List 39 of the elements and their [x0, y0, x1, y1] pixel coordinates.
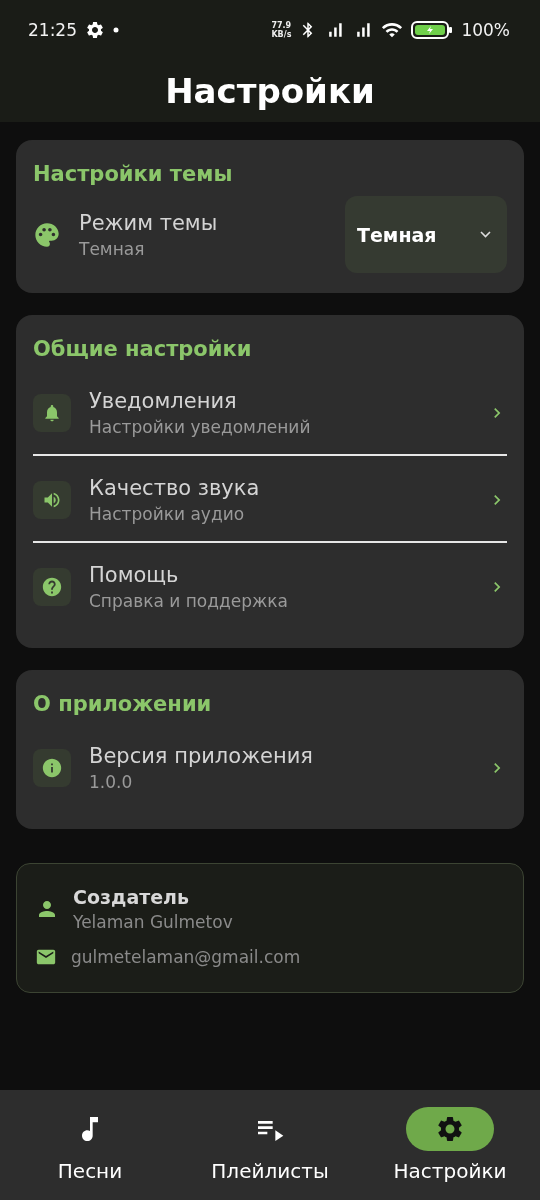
- network-speed-value: 77.9: [271, 21, 292, 30]
- row-title: Качество звука: [89, 476, 260, 500]
- info-icon: [41, 757, 63, 779]
- nav-tab[interactable]: Песни: [15, 1106, 165, 1184]
- settings-row[interactable]: Уведомления Настройки уведомлений: [33, 369, 507, 454]
- chevron-down-icon: [480, 231, 491, 238]
- settings-row[interactable]: Версия приложения 1.0.0: [33, 724, 507, 809]
- row-title: Режим темы: [79, 210, 218, 235]
- row-subtitle: 1.0.0: [89, 772, 133, 792]
- bell-icon: [42, 403, 62, 423]
- speaker-icon: [42, 490, 62, 510]
- battery-percent: 100%: [461, 20, 510, 40]
- settings-row[interactable]: Помощь Справка и поддержка: [33, 543, 507, 628]
- gear-icon: [85, 20, 105, 40]
- creator-name: Yelaman Gulmetov: [73, 912, 233, 932]
- creator-label: Создатель: [73, 886, 190, 908]
- row-title: Помощь: [89, 563, 179, 587]
- battery-icon: [411, 20, 454, 40]
- page-title: Настройки: [165, 71, 375, 111]
- section-title: Общие настройки: [33, 337, 252, 361]
- row-subtitle: Темная: [79, 238, 145, 259]
- status-time: 21:25: [28, 20, 77, 40]
- row-subtitle: Настройки уведомлений: [89, 417, 311, 437]
- network-speed-unit: KB/s: [271, 30, 292, 39]
- creator-email: gulmetelaman@gmail.com: [71, 947, 301, 967]
- row-title: Уведомления: [89, 389, 237, 413]
- nav-tab[interactable]: Настройки: [375, 1106, 525, 1184]
- row-title: Версия приложения: [89, 744, 313, 768]
- section-title: О приложении: [33, 692, 212, 716]
- row-subtitle: Настройки аудио: [89, 504, 245, 524]
- row-subtitle: Справка и поддержка: [89, 591, 289, 611]
- settings-row[interactable]: Качество звука Настройки аудио: [33, 456, 507, 541]
- nav-tab[interactable]: Плейлисты: [195, 1106, 345, 1184]
- notification-dot-icon: [113, 27, 119, 33]
- section-title: Настройки темы: [33, 162, 233, 186]
- palette-icon: [33, 220, 61, 249]
- theme-dropdown[interactable]: Темная: [345, 196, 507, 273]
- settings-icon: [435, 1114, 465, 1144]
- help-icon: [41, 576, 63, 598]
